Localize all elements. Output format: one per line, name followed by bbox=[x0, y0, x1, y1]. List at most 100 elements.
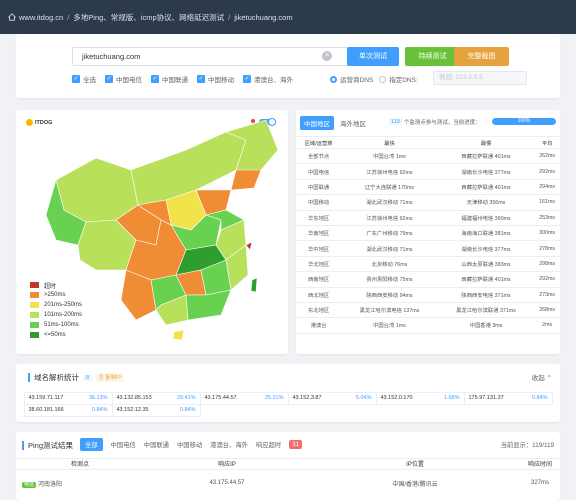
average-cell: 300ms bbox=[534, 225, 560, 242]
check-icon: ✓ bbox=[151, 75, 159, 83]
region-cell: 华南地区 bbox=[296, 225, 342, 242]
average-cell: 294ms bbox=[534, 179, 560, 196]
slowest-cell: 湖南长沙电信 377ms bbox=[437, 240, 535, 257]
average-cell: 262ms bbox=[534, 148, 560, 165]
breadcrumb-separator: / bbox=[228, 12, 231, 22]
fastest-cell: 黑龙江哈尔滨电信 137ms bbox=[341, 302, 438, 319]
average-cell: 268ms bbox=[534, 302, 560, 319]
search-panel: jiketuchuang.com × 单次测试 持续测试 完整截图 ✓ 全选 ✓ 中… bbox=[16, 34, 560, 98]
region-table: 区域/运营商 最快 最慢 平均 全部节点 中国台湾 1ms 西藏拉萨联通 401ms… bbox=[296, 136, 560, 334]
table-row: 华中地区 湖北武汉移动 71ms 湖南长沙电信 377ms 278ms bbox=[296, 240, 560, 257]
table-row: 全部节点 中国台湾 1ms 西藏拉萨联通 401ms 262ms bbox=[296, 148, 560, 165]
progress-bar: 100% bbox=[492, 118, 556, 125]
dns-ip-item: 43.152.12.35 0.84% bbox=[111, 403, 201, 417]
fastest-cell: 湖北武汉移动 71ms bbox=[341, 240, 438, 257]
fastest-cell: 湖北武汉移动 71ms bbox=[341, 194, 438, 211]
dns-ip-item: 43.152.3.87 5.04% bbox=[287, 391, 377, 405]
ping-tab-unicom[interactable]: 中国联通 bbox=[144, 440, 169, 449]
table-row: 西北地区 陕西西安移动 94ms 陕西西安电信 371ms 273ms bbox=[296, 287, 560, 303]
domain-input[interactable]: jiketuchuang.com bbox=[72, 47, 354, 66]
dns-radio-group: 运营商DNS 指定DNS: bbox=[330, 74, 418, 84]
region-cell: 港澳台 bbox=[296, 317, 342, 334]
ping-tab-all[interactable]: 全部 bbox=[80, 438, 103, 451]
radio-isp-dns[interactable]: 运营商DNS bbox=[330, 74, 373, 84]
legend-item: 101ms-200ms bbox=[30, 310, 82, 320]
copy-ip-button[interactable]: ⎘ 复制IP bbox=[96, 373, 125, 382]
checkbox-unicom[interactable]: ✓ 中国联通 bbox=[151, 74, 188, 84]
dns-ip-item: 43.152.0.170 1.68% bbox=[375, 391, 465, 405]
legend-item: 51ms-100ms bbox=[30, 320, 82, 330]
fastest-cell: 辽宁大连联通 170ms bbox=[341, 179, 438, 196]
average-cell: 292ms bbox=[534, 271, 560, 288]
isp-checkboxes: ✓ 全选 ✓ 中国电信 ✓ 中国联通 ✓ 中国移动 ✓ 港澳台、海外 bbox=[72, 74, 293, 84]
ping-tab-mobile[interactable]: 中国移动 bbox=[177, 440, 202, 449]
region-cell: 华北地区 bbox=[296, 256, 342, 273]
dns-stats-panel: 域名解析统计 8 ⎘ 复制IP 收起 ⌃ 43.159.71.117 36.13%… bbox=[16, 364, 560, 422]
home-icon bbox=[8, 13, 16, 21]
dns-ip-item: 175.97.131.37 0.84% bbox=[463, 391, 553, 405]
check-icon: ✓ bbox=[243, 75, 251, 83]
region-cell: 中国移动 bbox=[296, 194, 342, 211]
fastest-cell: 北京移动 76ms bbox=[341, 256, 438, 273]
breadcrumb-section[interactable]: 多地Ping、常规版、icmp协议、网络延迟测试 bbox=[73, 12, 224, 23]
tab-china[interactable]: 中国地区 bbox=[300, 116, 334, 130]
probe-text: 个监测点参与测试，当前进度： bbox=[403, 120, 481, 126]
tab-overseas[interactable]: 海外地区 bbox=[340, 116, 366, 130]
checkbox-telecom[interactable]: ✓ 中国电信 bbox=[105, 74, 142, 84]
dns-ip-item: 38.60.181.166 0.84% bbox=[23, 403, 113, 417]
region-cell: 中国电信 bbox=[296, 163, 342, 180]
map-region-liaoning bbox=[230, 169, 262, 191]
check-icon: ✓ bbox=[72, 75, 80, 83]
fastest-cell: 江苏徐州电信 92ms bbox=[341, 163, 438, 180]
slowest-cell: 陕西西安电信 371ms bbox=[437, 287, 535, 303]
region-cell: 西北地区 bbox=[296, 287, 342, 303]
table-row: 华南地区 广东广州移动 79ms 海南海口联通 381ms 300ms bbox=[296, 225, 560, 242]
checkbox-overseas[interactable]: ✓ 港澳台、海外 bbox=[243, 74, 293, 84]
ping-tab-overseas[interactable]: 港澳台、海外 bbox=[210, 440, 248, 449]
slowest-cell: 西藏拉萨联通 401ms bbox=[437, 148, 535, 165]
collapse-button[interactable]: 收起 ⌃ bbox=[532, 372, 552, 382]
map-region-hainan bbox=[172, 329, 185, 341]
continuous-test-button[interactable]: 持续测试 bbox=[405, 47, 460, 66]
ping-table-row[interactable]: 电信 河南洛阳 43.175.44.57 中国/香港/腾讯云 327ms bbox=[16, 476, 560, 490]
slowest-cell: 西藏拉萨联通 401ms bbox=[437, 179, 535, 196]
china-map-panel: ITDOG 超时 >250ms 201ms-250ms 101ms-200ms bbox=[16, 110, 288, 354]
col-region: 区域/运营商 bbox=[296, 136, 342, 149]
average-cell: 161ms bbox=[534, 194, 560, 211]
ping-table-header: 检测点 响应IP IP位置 响应时间 bbox=[16, 458, 560, 470]
ping-tab-telecom[interactable]: 中国电信 bbox=[111, 440, 136, 449]
slowest-cell: 福建福州电信 360ms bbox=[437, 210, 535, 226]
table-row: 中国移动 湖北武汉移动 71ms 天津移动 356ms 161ms bbox=[296, 194, 560, 211]
region-cell: 中国联通 bbox=[296, 179, 342, 196]
custom-dns-input[interactable]: 例如: 223.5.5.5 bbox=[433, 71, 527, 85]
average-cell: 298ms bbox=[534, 256, 560, 273]
checkbox-mobile[interactable]: ✓ 中国移动 bbox=[197, 74, 234, 84]
full-screenshot-button[interactable]: 完整截图 bbox=[454, 47, 509, 66]
clear-icon[interactable]: × bbox=[322, 51, 332, 61]
fastest-cell: 陕西西安移动 94ms bbox=[341, 287, 438, 303]
single-test-button[interactable]: 单次测试 bbox=[347, 47, 399, 66]
legend-item: 201ms-250ms bbox=[30, 300, 82, 310]
region-cell: 东北地区 bbox=[296, 302, 342, 319]
probe-count: 119 bbox=[389, 119, 402, 125]
fastest-cell: 广东广州移动 79ms bbox=[341, 225, 438, 242]
slowest-cell: 天津移动 356ms bbox=[437, 194, 535, 211]
ping-results-panel: Ping测试结果 全部 中国电信 中国联通 中国移动 港澳台、海外 响应超时 3… bbox=[16, 432, 560, 500]
table-row: 华东地区 江苏徐州电信 92ms 福建福州电信 360ms 253ms bbox=[296, 210, 560, 226]
dns-count-badge: 8 bbox=[83, 374, 93, 381]
breadcrumb-site[interactable]: www.itdog.cn bbox=[19, 13, 63, 22]
radio-custom-dns[interactable]: 指定DNS: bbox=[379, 74, 418, 84]
checkbox-all[interactable]: ✓ 全选 bbox=[72, 74, 96, 84]
fastest-cell: 贵州贵阳移动 75ms bbox=[341, 271, 438, 288]
region-tabs: 中国地区 海外地区 bbox=[300, 116, 366, 130]
region-cell: 华中地区 bbox=[296, 240, 342, 257]
fastest-cell: 中国台湾 1ms bbox=[341, 317, 438, 334]
ping-tab-timeout[interactable]: 响应超时 bbox=[256, 440, 281, 449]
slowest-cell: 海南海口联通 381ms bbox=[437, 225, 535, 242]
average-cell: 278ms bbox=[534, 240, 560, 257]
legend-item: 超时 bbox=[30, 280, 82, 290]
breadcrumb-current: jiketuchuang.com bbox=[234, 12, 293, 22]
probe-info: 119 个监测点参与测试，当前进度： bbox=[389, 118, 481, 126]
ping-tabs: 全部 中国电信 中国联通 中国移动 港澳台、海外 响应超时 31 bbox=[80, 438, 303, 451]
average-cell: 2ms bbox=[534, 317, 560, 334]
